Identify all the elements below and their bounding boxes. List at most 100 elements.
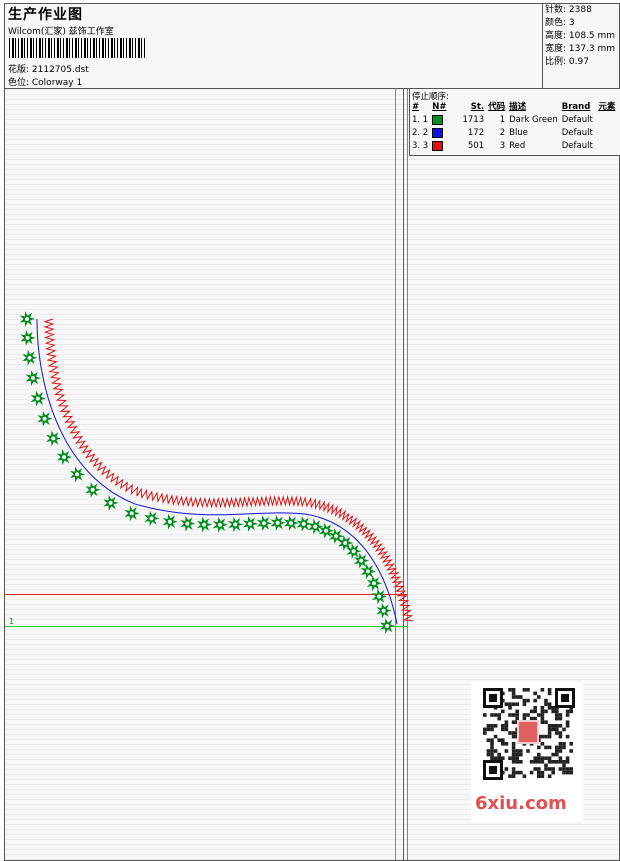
production-sheet: 生产作业图 Wilcom(汇家) 兹饰工作室 花版: 2112705.dst 色… — [4, 3, 620, 861]
green-leaf-motif — [124, 505, 140, 522]
qr-module — [533, 706, 537, 710]
qr-module — [544, 756, 548, 760]
qr-module — [547, 706, 552, 710]
green-leaf-motif — [318, 522, 335, 539]
leaf-center — [75, 472, 80, 477]
leaf-center — [313, 524, 318, 529]
qr-module — [551, 752, 555, 757]
qr-module — [522, 774, 527, 778]
green-leaf-motif — [307, 518, 324, 535]
green-leaf-motif — [25, 370, 41, 386]
leaf-center — [129, 511, 134, 516]
qr-module — [501, 727, 505, 732]
qr-module — [490, 713, 494, 717]
qr-module — [504, 702, 509, 706]
qr-module — [511, 742, 516, 746]
qr-module — [547, 724, 552, 728]
qr-logo — [519, 722, 537, 742]
qr-module — [522, 716, 527, 721]
qr-module — [547, 731, 552, 735]
qr-module — [497, 713, 501, 717]
watermark: 6xiu.com — [475, 793, 567, 814]
qr-module — [540, 713, 545, 717]
qr-module — [508, 713, 512, 717]
green-leaf-motif — [162, 513, 178, 530]
qr-module — [511, 770, 516, 775]
qr-module — [555, 727, 559, 732]
qr-module — [569, 749, 573, 753]
qr-module — [565, 756, 570, 760]
qr-module — [533, 756, 537, 760]
leaf-center — [149, 516, 154, 521]
qr-module — [515, 756, 519, 760]
qr-module — [540, 756, 545, 760]
leaf-center — [381, 608, 386, 613]
leaf-center — [343, 541, 348, 545]
qr-module — [515, 770, 519, 775]
qr-module — [490, 756, 494, 760]
leaf-center — [30, 376, 35, 380]
qr-module — [565, 713, 570, 717]
qr-module — [511, 767, 516, 771]
qr-module — [529, 709, 534, 714]
green-leaf-chain — [19, 311, 396, 634]
qr-finder-core — [561, 694, 569, 702]
leaf-center — [247, 521, 252, 526]
green-leaf-motif — [283, 515, 300, 531]
qr-module — [511, 691, 516, 696]
qr-module — [537, 713, 541, 717]
qr-module — [490, 738, 494, 742]
leaf-center — [25, 317, 29, 321]
qr-module — [558, 713, 563, 717]
qr-module — [533, 691, 537, 696]
qr-module — [555, 724, 559, 728]
qr-module — [493, 734, 498, 739]
qr-module — [562, 763, 566, 768]
leaf-center — [377, 594, 382, 599]
qr-module — [540, 760, 545, 764]
qr-module — [493, 724, 498, 728]
green-leaf-motif — [371, 588, 388, 605]
green-leaf-motif — [242, 515, 258, 532]
qr-module — [540, 742, 545, 746]
green-leaf-motif — [376, 602, 392, 619]
qr-pattern — [483, 688, 575, 780]
qr-module — [544, 720, 548, 724]
qr-module — [504, 724, 509, 728]
green-leaf-motif — [379, 618, 396, 634]
leaf-center — [275, 520, 280, 525]
qr-module — [486, 749, 491, 753]
qr-module — [511, 734, 516, 739]
qr-module — [490, 749, 494, 753]
green-leaf-motif — [69, 466, 86, 483]
qr-module — [562, 745, 566, 750]
qr-module — [551, 706, 555, 710]
qr-module — [555, 716, 559, 721]
qr-module — [501, 724, 505, 728]
qr-module — [569, 742, 573, 746]
qr-module — [551, 709, 555, 714]
qr-module — [547, 702, 552, 706]
qr-module — [529, 716, 534, 721]
qr-module — [493, 713, 498, 717]
green-leaf-motif — [19, 311, 36, 327]
green-leaf-motif — [103, 495, 119, 511]
qr-module — [490, 727, 494, 732]
qr-module — [558, 756, 563, 760]
qr-module — [504, 767, 509, 771]
leaf-center — [51, 436, 56, 441]
qr-module — [547, 756, 552, 760]
qr-module — [558, 731, 563, 735]
qr-module — [515, 709, 519, 714]
green-leaf-motif — [296, 516, 312, 532]
qr-module — [508, 702, 512, 706]
qr-module — [501, 738, 505, 742]
qr-module — [537, 756, 541, 760]
leaf-center — [218, 522, 222, 527]
qr-module — [544, 734, 548, 739]
red-satin-zigzag — [43, 318, 414, 622]
qr-module — [486, 727, 491, 732]
qr-module — [519, 770, 523, 775]
qr-module — [508, 731, 512, 735]
qr-module — [533, 767, 537, 771]
